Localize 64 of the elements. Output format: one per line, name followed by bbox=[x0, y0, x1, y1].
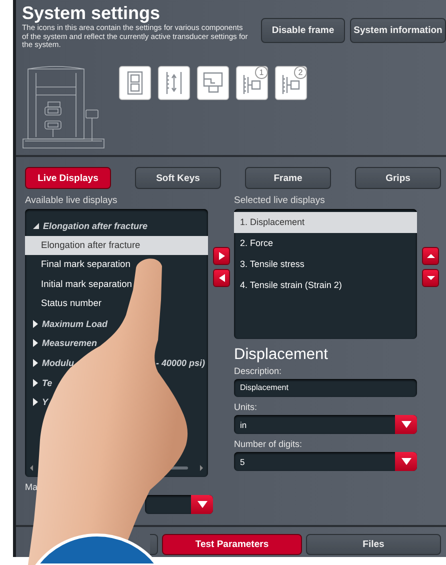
tab[interactable]: Files bbox=[306, 534, 441, 555]
tree-item[interactable]: Initial mark separation bbox=[25, 274, 208, 294]
collapsed-icon[interactable] bbox=[33, 358, 38, 367]
field-label: Ma bbox=[25, 482, 39, 494]
component-button[interactable] bbox=[197, 66, 229, 100]
tree-group[interactable]: Elongation after fracture bbox=[43, 220, 148, 231]
collapsed-icon[interactable] bbox=[33, 320, 38, 328]
tab[interactable]: Frame bbox=[245, 167, 331, 189]
description-field[interactable]: Displacement bbox=[234, 379, 417, 397]
move-down-button[interactable] bbox=[422, 269, 439, 287]
field-label: Description: bbox=[234, 366, 283, 378]
list-item[interactable]: 1. Displacement bbox=[234, 212, 417, 233]
component-button[interactable]: 2 bbox=[275, 66, 307, 100]
tree-group[interactable]: Te bbox=[42, 378, 52, 388]
header-button[interactable]: Disable frame bbox=[261, 18, 345, 43]
tree-group-text: - 40000 psi) bbox=[156, 358, 205, 368]
expanded-icon[interactable] bbox=[33, 222, 39, 229]
extensometer-icon bbox=[164, 71, 184, 95]
caret-icon[interactable] bbox=[395, 415, 417, 434]
caret-icon[interactable] bbox=[191, 495, 213, 514]
number-badge: 2 bbox=[294, 66, 307, 79]
detail-title: Displacement bbox=[234, 346, 329, 364]
field-label: Units: bbox=[234, 402, 258, 414]
list-item[interactable]: 2. Force bbox=[234, 233, 417, 254]
left-arrow-icon bbox=[218, 274, 226, 282]
section-label: Available live displays bbox=[25, 195, 118, 208]
header-button[interactable]: System information bbox=[350, 18, 446, 43]
tab[interactable]: Test Parameters bbox=[162, 534, 302, 555]
add-button[interactable] bbox=[213, 247, 230, 265]
dropdown[interactable]: 5 bbox=[234, 452, 417, 471]
controller-icon bbox=[202, 71, 224, 95]
tree-item[interactable]: Elongation after fracture bbox=[25, 236, 208, 256]
tree-group[interactable]: Maximum Load bbox=[42, 318, 108, 329]
tab[interactable]: Grips bbox=[355, 167, 441, 189]
dropdown-value: 5 bbox=[239, 456, 246, 466]
caret-icon[interactable] bbox=[395, 452, 417, 471]
tab[interactable]: Soft Keys bbox=[135, 167, 221, 189]
component-button[interactable] bbox=[119, 66, 151, 100]
tree-item[interactable]: Status number bbox=[25, 294, 208, 314]
list-item[interactable]: 4. Tensile strain (Strain 2) bbox=[234, 275, 417, 296]
down-arrow-icon bbox=[426, 274, 434, 282]
page-title: System settings bbox=[22, 4, 162, 23]
tab[interactable]: Live Displays bbox=[25, 167, 111, 189]
dropdown[interactable]: in bbox=[234, 415, 417, 434]
number-badge: 1 bbox=[255, 66, 268, 79]
field-label: Number of digits: bbox=[234, 439, 304, 451]
tree-item[interactable]: Final mark separation bbox=[25, 255, 208, 275]
right-arrow-icon bbox=[218, 252, 226, 260]
component-button[interactable]: 1 bbox=[236, 66, 268, 100]
section-label: Selected live displays bbox=[234, 195, 326, 208]
collapsed-icon[interactable] bbox=[33, 398, 38, 406]
dropdown[interactable] bbox=[145, 495, 213, 514]
dropdown-value: in bbox=[239, 420, 248, 430]
tree-group[interactable]: Measuremen bbox=[42, 338, 98, 348]
frame-icon bbox=[125, 71, 145, 95]
tree-group[interactable]: Modulu bbox=[42, 358, 74, 368]
collapsed-icon[interactable] bbox=[33, 378, 38, 387]
component-button[interactable] bbox=[158, 66, 190, 100]
remove-button[interactable] bbox=[213, 269, 230, 287]
collapsed-icon[interactable] bbox=[33, 339, 38, 348]
tree-group[interactable]: Y bbox=[42, 397, 48, 408]
list-item[interactable]: 3. Tensile stress bbox=[234, 254, 417, 275]
move-up-button[interactable] bbox=[422, 247, 439, 265]
up-arrow-icon bbox=[426, 252, 434, 260]
